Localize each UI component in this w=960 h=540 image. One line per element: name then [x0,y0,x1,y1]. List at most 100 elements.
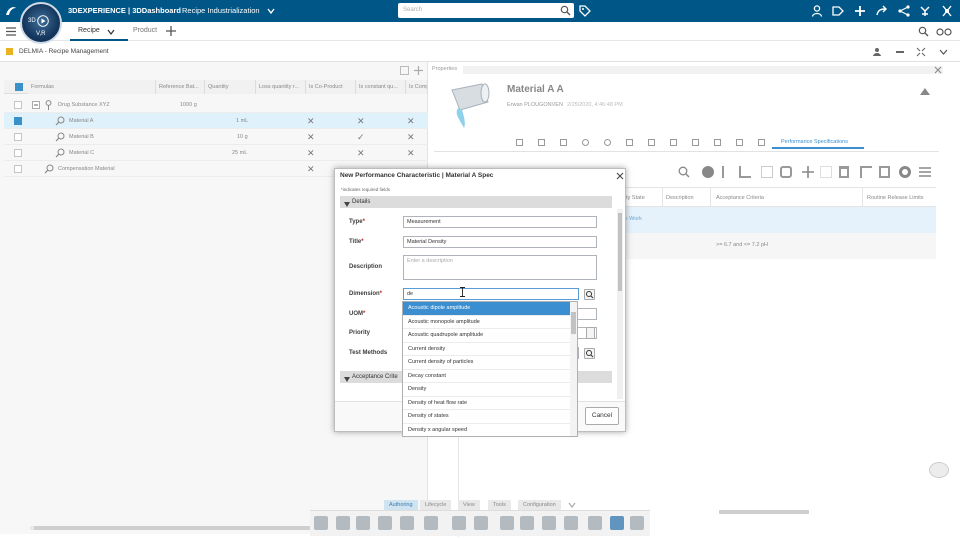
document-icon[interactable] [400,516,414,530]
add-tab-icon[interactable] [166,26,176,36]
tab-icon[interactable] [604,139,611,146]
col-is-co-product[interactable]: Is Co-Product [306,80,356,94]
tab-icon[interactable] [736,139,743,146]
table-row[interactable]: Material C 25 mL ✕ ✕ ✕ [4,145,428,161]
tools-icon[interactable] [588,516,602,530]
col-quantity[interactable]: Quantity [205,80,256,94]
cancel-button[interactable]: Cancel [585,407,619,425]
collapse-up-icon[interactable] [920,88,930,95]
details-section-header[interactable]: Details [340,196,612,208]
list-item[interactable]: Density of heat flow rate [403,397,571,410]
tab-authoring[interactable]: Authoring [384,500,418,510]
object-icon[interactable] [336,516,350,530]
minimize-icon[interactable] [896,51,904,53]
list-item[interactable]: Acoustic monopole amplitude [403,316,571,329]
table-row[interactable]: Material B 10 g ✕ ✓ ✕ [4,129,428,145]
list-item[interactable]: Acoustic dipole amplitude [403,302,571,316]
binoculars-icon[interactable] [936,26,952,37]
help-icon[interactable] [940,4,954,18]
label-icon[interactable] [831,4,845,18]
row-checkbox[interactable] [14,133,22,141]
tab-icon[interactable] [758,139,765,146]
sort-icon[interactable] [722,166,732,178]
home-icon[interactable] [314,516,328,530]
hamburger-menu-icon[interactable] [6,27,16,36]
col-description[interactable]: Description [666,195,694,201]
barcode-icon[interactable] [630,516,644,530]
toolbar-search-icon[interactable] [678,166,690,178]
ds-logo-icon[interactable] [4,4,18,18]
connect-icon[interactable] [452,516,466,530]
description-field[interactable]: Enter a description [403,255,597,280]
col-acceptance-criteria[interactable]: Acceptance Criteria [716,195,764,201]
title-field[interactable]: Material Density [403,236,597,248]
col-is-constant[interactable]: Is constant qu... [356,80,406,94]
col-reference-batch[interactable]: Reference Bat... [156,80,205,94]
tag-icon[interactable] [578,4,592,18]
list-item[interactable]: Acoustic quadrupole amplitude [403,329,571,343]
tab-icon[interactable] [560,139,567,146]
row-checkbox[interactable] [14,101,22,109]
hierarchy-icon[interactable] [860,166,872,178]
col-routine-release[interactable]: Routine Release Limits [867,195,924,201]
panel-add-icon[interactable] [414,66,423,75]
col-is-comp[interactable]: Is Comp [406,80,428,94]
add-icon[interactable] [802,166,814,178]
properties-tab[interactable]: Properties [432,66,457,72]
row-checkbox[interactable] [14,117,22,125]
apps-icon[interactable] [918,4,932,18]
chevron-down-icon[interactable] [267,7,275,15]
col-loss-quantity[interactable]: Loss quantity r... [256,80,306,94]
tab-lifecycle[interactable]: Lifecycle [420,500,452,510]
list-item[interactable]: Current density [403,343,571,356]
panel-filter-icon[interactable] [400,66,409,75]
maximize-icon[interactable] [916,47,926,57]
close-icon[interactable] [616,172,624,180]
list-view-icon[interactable] [610,516,624,530]
search-icon[interactable] [560,5,571,18]
tab-performance-specifications[interactable]: Performance Specifications [772,137,864,149]
export-icon[interactable] [879,166,890,178]
tab-view[interactable]: View [458,500,480,510]
grid-icon[interactable] [761,166,773,178]
col-formulas[interactable]: Formulas [28,80,156,94]
dimension-search-button[interactable] [584,289,595,300]
list-item[interactable]: Density x angular speed [403,424,571,437]
network-share-icon[interactable] [897,4,911,18]
row-checkbox[interactable] [14,165,22,173]
dialog-scrollbar[interactable] [617,209,623,399]
frame-icon[interactable] [424,516,438,530]
info-icon[interactable] [702,166,714,178]
tab-tools[interactable]: Tools [488,500,511,510]
tab-icon[interactable] [626,139,633,146]
tab-icon[interactable] [670,139,677,146]
chevron-down-icon[interactable] [939,48,948,58]
pen-icon[interactable] [378,516,392,530]
search-zoom-icon[interactable] [918,26,929,37]
delete-icon[interactable] [839,166,849,178]
list-item[interactable]: Current density of particles [403,356,571,370]
table-icon[interactable] [520,516,534,530]
tab-icon[interactable] [582,139,589,146]
dashboard-name[interactable]: Recipe Industrialization [182,6,260,15]
tab-icon[interactable] [516,139,523,146]
bookmark-icon[interactable] [564,516,578,530]
tab-icon[interactable] [714,139,721,146]
row-checkbox[interactable] [14,149,22,157]
tab-recipe[interactable]: Recipe [70,22,128,41]
right-scroll-thumb[interactable] [719,510,809,514]
priority-stepper[interactable] [586,327,595,339]
close-icon[interactable] [934,66,942,74]
plus-icon[interactable] [853,4,867,18]
refresh-icon[interactable] [356,516,370,530]
list-menu-icon[interactable] [919,166,931,178]
merge-icon[interactable] [542,516,556,530]
chat-bubble-icon[interactable] [929,462,949,478]
refresh-icon[interactable] [780,166,792,178]
search-input[interactable]: Search [398,3,574,18]
list-item[interactable]: Density of states [403,410,571,424]
test-methods-search-button[interactable] [584,348,595,359]
tree-icon[interactable] [739,166,751,178]
list-item[interactable]: Decay constant [403,370,571,383]
tab-product[interactable]: Product [133,27,157,34]
